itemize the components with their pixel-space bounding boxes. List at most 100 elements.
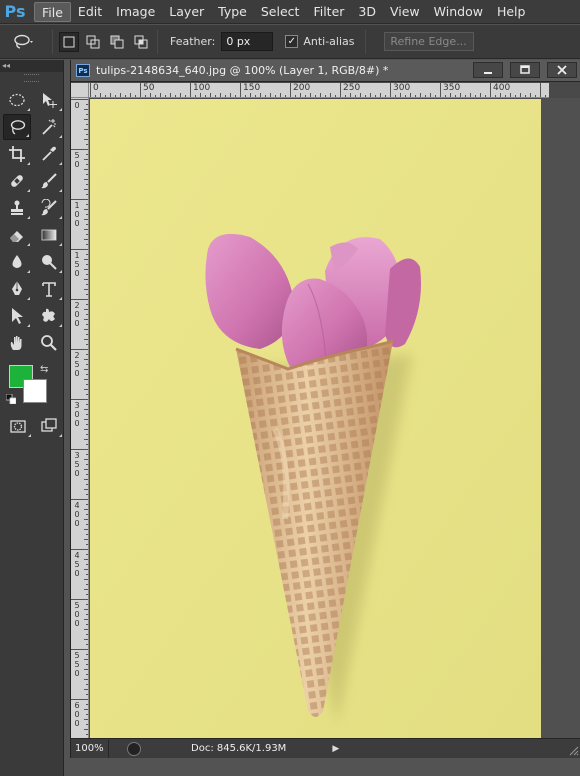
- lasso-tool[interactable]: [3, 114, 31, 140]
- ruler-tick: [165, 95, 166, 97]
- ruler-tick: [86, 534, 88, 535]
- eyedropper-icon: [42, 146, 56, 161]
- ruler-tick: [86, 424, 88, 425]
- pen-tool[interactable]: [3, 276, 31, 302]
- ruler-tick: [110, 93, 111, 97]
- intersect-selection-button[interactable]: [131, 32, 151, 52]
- document-canvas[interactable]: [90, 99, 541, 738]
- menu-file[interactable]: File: [34, 1, 71, 22]
- ruler-tick: [71, 249, 88, 250]
- ruler-tick: [86, 644, 88, 645]
- close-button[interactable]: [547, 62, 577, 78]
- type-tool[interactable]: [35, 276, 63, 302]
- horizontal-ruler[interactable]: 0 50 100 150 200 250 300 350 400: [89, 83, 549, 98]
- ruler-tick: [490, 83, 491, 97]
- menu-filter[interactable]: Filter: [306, 2, 351, 22]
- ruler-label: 4 5 0: [74, 551, 80, 578]
- ruler-origin[interactable]: [71, 83, 89, 98]
- document-size-info: Doc: 845.6K/1.93M: [191, 743, 287, 754]
- menu-help[interactable]: Help: [490, 2, 533, 22]
- healing-brush-tool[interactable]: [3, 168, 31, 194]
- ruler-tick: [71, 649, 88, 650]
- ruler-tick: [84, 419, 88, 420]
- resize-grip-icon[interactable]: [567, 744, 579, 756]
- ruler-label: 3 5 0: [74, 451, 80, 478]
- background-color-swatch[interactable]: [23, 379, 47, 403]
- ruler-tick: [90, 83, 91, 97]
- menu-image[interactable]: Image: [109, 2, 162, 22]
- brush-tool[interactable]: [35, 168, 63, 194]
- ruler-label: 4 0 0: [74, 501, 80, 528]
- ruler-tick: [71, 449, 88, 450]
- feather-input[interactable]: 0 px: [221, 32, 274, 51]
- screen-mode-button[interactable]: [36, 413, 64, 439]
- menu-layer[interactable]: Layer: [162, 2, 211, 22]
- menu-edit[interactable]: Edit: [71, 2, 109, 22]
- ruler-tick: [505, 95, 506, 97]
- maximize-button[interactable]: [510, 62, 540, 78]
- menu-view[interactable]: View: [383, 2, 427, 22]
- ruler-tick: [405, 95, 406, 97]
- ruler-tick: [385, 95, 386, 97]
- ruler-tick: [86, 334, 88, 335]
- refine-edge-button[interactable]: Refine Edge...: [383, 32, 474, 51]
- gradient-tool[interactable]: [35, 222, 63, 248]
- custom-shape-tool[interactable]: [35, 303, 63, 329]
- ruler-tick: [86, 514, 88, 515]
- ruler-tick: [84, 609, 88, 610]
- separator: [157, 29, 158, 54]
- zoom-tool[interactable]: [35, 330, 63, 356]
- subtract-from-selection-button[interactable]: [107, 32, 127, 52]
- ruler-tick: [210, 93, 211, 97]
- vertical-scroll-area[interactable]: [541, 98, 580, 738]
- zoom-level-field[interactable]: 100%: [71, 739, 109, 758]
- status-info-icon[interactable]: [127, 741, 141, 756]
- workspace-background: [70, 758, 580, 776]
- magic-wand-icon: [42, 119, 56, 135]
- menu-type[interactable]: Type: [211, 2, 254, 22]
- vertical-ruler[interactable]: 0 5 0 1 0 0 1 5 0 2 0 0 2 5 0 3 0 0 3 5 0 4 0 0 4…: [71, 98, 89, 738]
- ruler-tick: [510, 93, 511, 97]
- default-colors-icon[interactable]: [6, 394, 16, 404]
- add-to-selection-button[interactable]: [83, 32, 103, 52]
- dodge-tool[interactable]: [35, 249, 63, 275]
- document-tab[interactable]: Ps tulips-2148634_640.jpg @ 100% (Layer …: [71, 60, 580, 82]
- move-tool[interactable]: [35, 87, 63, 113]
- ruler-tick: [225, 95, 226, 97]
- menu-3d[interactable]: 3D: [351, 2, 383, 22]
- menu-select[interactable]: Select: [254, 2, 307, 22]
- magic-wand-tool[interactable]: [35, 114, 63, 140]
- ruler-tick: [84, 109, 88, 110]
- menu-window[interactable]: Window: [427, 2, 490, 22]
- eyedropper-tool[interactable]: [35, 141, 63, 167]
- close-icon: [557, 65, 567, 75]
- path-selection-tool[interactable]: [3, 303, 31, 329]
- ruler-tick: [345, 95, 346, 97]
- history-brush-tool[interactable]: [35, 195, 63, 221]
- ruler-tick: [86, 224, 88, 225]
- anti-alias-checkbox[interactable]: ✓: [285, 35, 299, 48]
- ruler-label: 5 0: [74, 151, 80, 169]
- hand-tool[interactable]: [3, 330, 31, 356]
- photoshop-logo: Ps: [4, 2, 26, 21]
- clone-stamp-tool[interactable]: [3, 195, 31, 221]
- status-menu-arrow-icon[interactable]: ▶: [332, 744, 339, 754]
- ruler-tick: [320, 93, 321, 97]
- quick-mask-button[interactable]: [4, 413, 32, 439]
- swap-colors-icon[interactable]: ⇆: [40, 364, 48, 375]
- toolbox-grip[interactable]: [24, 74, 39, 82]
- new-selection-button[interactable]: [59, 31, 79, 52]
- blur-tool[interactable]: [3, 249, 31, 275]
- ruler-tick: [86, 264, 88, 265]
- marquee-tool[interactable]: [3, 87, 31, 113]
- blur-icon: [12, 255, 22, 268]
- minimize-button[interactable]: [473, 62, 503, 78]
- crop-tool[interactable]: [3, 141, 31, 167]
- ruler-tick: [84, 479, 88, 480]
- tool-preset-picker[interactable]: [0, 29, 48, 55]
- ruler-tick: [290, 83, 291, 97]
- window-controls: [466, 62, 577, 78]
- eraser-tool[interactable]: [3, 222, 31, 248]
- ruler-label: 3 0 0: [74, 401, 80, 428]
- toolbox-collapse-button[interactable]: ◂◂: [0, 60, 63, 72]
